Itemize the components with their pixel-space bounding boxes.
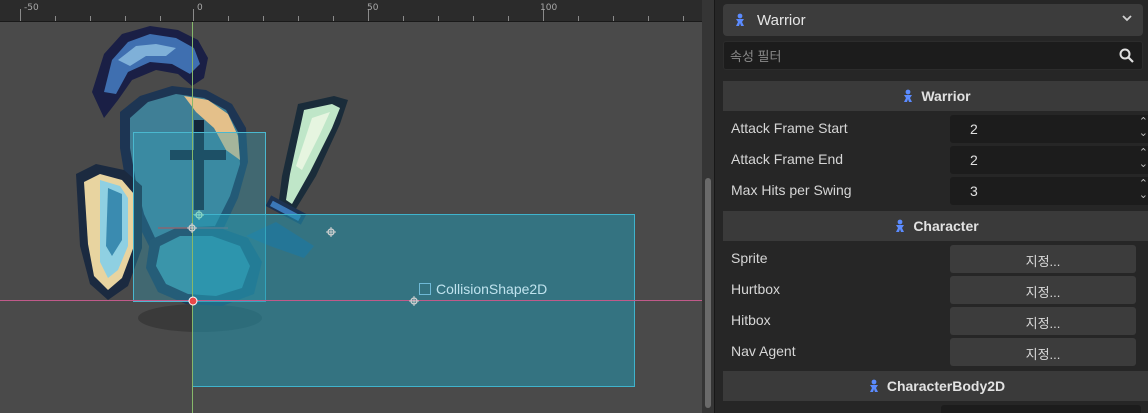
canvas-viewport[interactable]: -50 0 50 100 CollisionShape2D	[0, 0, 702, 413]
property-filter-input[interactable]: 속성 필터	[723, 41, 1143, 70]
property-label: Hitbox	[731, 312, 771, 328]
sprite-assign-button[interactable]: 지정...	[950, 245, 1136, 273]
collision-shape-icon	[419, 283, 431, 295]
collision-shape-label: CollisionShape2D	[419, 281, 547, 297]
origin-handle-icon[interactable]	[188, 296, 198, 306]
spinbox-arrows-icon[interactable]: ⌃ ⌄	[1139, 148, 1148, 170]
pivot-handle-icon[interactable]	[194, 210, 204, 220]
chevron-down-icon	[1122, 15, 1132, 22]
spinbox-arrows-icon[interactable]: ⌃ ⌄	[1139, 117, 1148, 139]
property-attack-frame-start: Attack Frame Start 2 ⌃ ⌄	[723, 113, 1148, 143]
property-attack-frame-end: Attack Frame End 2 ⌃ ⌄	[723, 144, 1148, 174]
property-label: Attack Frame Start	[731, 120, 848, 136]
viewport-scrollbar[interactable]	[702, 0, 714, 413]
node-name: Warrior	[757, 11, 806, 29]
property-hurtbox: Hurtbox 지정... ⋮	[723, 274, 1148, 304]
property-nav-agent: Nav Agent 지정... ⋮	[723, 336, 1148, 366]
attack-frame-start-spinbox[interactable]: 2 ⌃ ⌄	[950, 115, 1148, 143]
character-node-icon	[869, 379, 878, 392]
collision-shape-name: CollisionShape2D	[436, 281, 548, 297]
node-selector-dropdown[interactable]: Warrior	[723, 4, 1143, 36]
spinbox-value: 3	[970, 183, 978, 199]
inspector-panel: Warrior 속성 필터 Warrior Attack Frame Start…	[714, 0, 1148, 413]
filter-placeholder: 속성 필터	[730, 49, 782, 64]
property-label: Attack Frame End	[731, 151, 844, 167]
section-title: Warrior	[921, 88, 971, 104]
character-node-icon	[736, 13, 744, 26]
section-title: CharacterBody2D	[886, 378, 1006, 394]
pivot-handle-icon[interactable]	[326, 227, 336, 237]
property-hitbox: Hitbox 지정... ⋮	[723, 305, 1148, 335]
scrollbar-thumb[interactable]	[705, 178, 711, 408]
hitbox-assign-button[interactable]: 지정...	[950, 307, 1136, 335]
section-header-warrior[interactable]: Warrior	[723, 81, 1148, 111]
character-node-icon	[904, 89, 913, 102]
partially-visible-field[interactable]	[941, 405, 1141, 413]
character-node-icon	[896, 219, 905, 232]
section-title: Character	[913, 218, 979, 234]
pivot-handle-icon[interactable]	[187, 223, 197, 233]
property-max-hits-per-swing: Max Hits per Swing 3 ⌃ ⌄	[723, 175, 1148, 205]
attack-frame-end-spinbox[interactable]: 2 ⌃ ⌄	[950, 146, 1148, 174]
max-hits-spinbox[interactable]: 3 ⌃ ⌄	[950, 177, 1148, 205]
section-header-character[interactable]: Character	[723, 211, 1148, 241]
hurtbox-assign-button[interactable]: 지정...	[950, 276, 1136, 304]
property-sprite: Sprite 지정... ⋮	[723, 243, 1148, 273]
origin-guide-vertical	[192, 22, 193, 413]
section-header-characterbody2d[interactable]: CharacterBody2D	[723, 371, 1148, 401]
origin-guide-horizontal	[0, 300, 702, 301]
spinbox-value: 2	[970, 152, 978, 168]
property-label: Max Hits per Swing	[731, 182, 852, 198]
search-icon	[1119, 48, 1134, 63]
spinbox-arrows-icon[interactable]: ⌃ ⌄	[1139, 179, 1148, 201]
property-label: Sprite	[731, 250, 768, 266]
nav-agent-assign-button[interactable]: 지정...	[950, 338, 1136, 366]
property-label: Nav Agent	[731, 343, 796, 359]
pivot-handle-icon[interactable]	[409, 296, 419, 306]
spinbox-value: 2	[970, 121, 978, 137]
property-label: Hurtbox	[731, 281, 781, 297]
